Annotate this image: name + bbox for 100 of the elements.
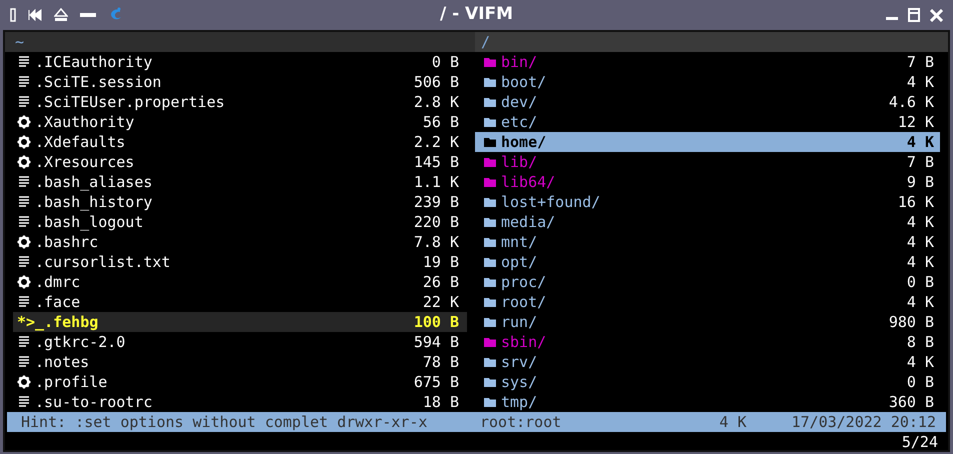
file-name: lib/	[501, 152, 538, 172]
file-row[interactable]: root/ 4 K	[475, 292, 940, 312]
file-name: home/	[501, 132, 546, 152]
gear-icon	[17, 135, 31, 149]
gear-icon	[17, 115, 31, 129]
folder-icon	[483, 395, 497, 409]
file-name: .bash_logout	[35, 212, 144, 232]
file-row[interactable]: .bash_history 239 B	[13, 192, 467, 212]
file-row[interactable]: media/ 4 K	[475, 212, 940, 232]
selected-file-row[interactable]: home/ 4 K	[475, 132, 940, 152]
file-row[interactable]: .gtkrc-2.0 594 B	[13, 332, 467, 352]
file-row[interactable]: mnt/ 4 K	[475, 232, 940, 252]
file-row[interactable]: sbin/ 8 B	[475, 332, 940, 352]
file-row[interactable]: .SciTEUser.properties 2.8 K	[13, 92, 467, 112]
file-row[interactable]: .bash_logout 220 B	[13, 212, 467, 232]
folder-icon	[483, 275, 497, 289]
folder-icon	[483, 295, 497, 309]
file-name: .Xresources	[35, 152, 134, 172]
file-row[interactable]: opt/ 4 K	[475, 252, 940, 272]
file-row[interactable]: proc/ 0 B	[475, 272, 940, 292]
file-size: 2.2 K	[414, 132, 459, 152]
folder-icon	[483, 235, 497, 249]
folder-icon	[483, 135, 497, 149]
file-size: 506 B	[414, 72, 459, 92]
file-row[interactable]: .bash_aliases 1.1 K	[13, 172, 467, 192]
file-size: 9 B	[906, 172, 934, 192]
folder-icon	[483, 355, 497, 369]
file-row[interactable]: .face 22 K	[13, 292, 467, 312]
file-size: 56 B	[422, 112, 459, 132]
file-name: sys/	[501, 372, 538, 392]
file-name: sbin/	[501, 332, 546, 352]
file-row[interactable]: .su-to-rootrc 18 B	[13, 392, 467, 412]
text-file-icon	[17, 215, 31, 229]
maximize-icon[interactable]	[908, 8, 920, 22]
folder-icon	[483, 255, 497, 269]
file-name: srv/	[501, 352, 538, 372]
file-name: .bash_aliases	[35, 172, 152, 192]
file-row[interactable]: .SciTE.session 506 B	[13, 72, 467, 92]
file-size: 7.8 K	[414, 232, 459, 252]
file-row[interactable]: boot/ 4 K	[475, 72, 940, 92]
text-file-icon	[17, 195, 31, 209]
file-row[interactable]: .bashrc 7.8 K	[13, 232, 467, 252]
file-row[interactable]: etc/ 12 K	[475, 112, 940, 132]
gear-icon	[17, 275, 31, 289]
folder-icon	[483, 195, 497, 209]
folder-icon	[483, 75, 497, 89]
file-size: 7 B	[906, 152, 934, 172]
file-name: .profile	[35, 372, 108, 392]
file-row[interactable]: .ICEauthority 0 B	[13, 52, 467, 72]
file-row[interactable]: run/ 980 B	[475, 312, 940, 332]
window-title: / - VIFM	[440, 3, 514, 26]
eject-icon[interactable]	[54, 8, 68, 22]
hint-text: Hint: :set options without complet	[21, 413, 328, 431]
folder-icon	[483, 215, 497, 229]
file-row[interactable]: .profile 675 B	[13, 372, 467, 392]
file-size: 675 B	[414, 372, 459, 392]
folder-icon	[483, 175, 497, 189]
file-row[interactable]: lib64/ 9 B	[475, 172, 940, 192]
file-size: 4 K	[906, 212, 934, 232]
file-row[interactable]: tmp/ 360 B	[475, 392, 940, 412]
file-name: media/	[501, 212, 556, 232]
file-name: .fehbg	[44, 312, 98, 332]
file-row[interactable]: .dmrc 26 B	[13, 272, 467, 292]
file-size: 4 K	[906, 352, 934, 372]
owner-text: root:root	[480, 412, 562, 432]
folder-icon	[483, 315, 497, 329]
folder-icon	[483, 115, 497, 129]
file-name: .notes	[35, 352, 90, 372]
file-row[interactable]: srv/ 4 K	[475, 352, 940, 372]
file-name: .su-to-rootrc	[35, 392, 152, 412]
file-name: .bashrc	[35, 232, 98, 252]
modified-text: 17/03/2022 20:12	[792, 412, 936, 432]
file-row[interactable]: .Xdefaults 2.2 K	[13, 132, 467, 152]
file-row[interactable]: .cursorlist.txt 19 B	[13, 252, 467, 272]
file-row[interactable]: .notes 78 B	[13, 352, 467, 372]
rewind-icon[interactable]	[28, 9, 42, 21]
file-size: 145 B	[414, 152, 459, 172]
file-size: 78 B	[422, 352, 459, 372]
close-icon[interactable]	[930, 8, 943, 22]
file-name: mnt/	[501, 232, 538, 252]
file-size: 360 B	[888, 392, 934, 412]
file-name: root/	[501, 292, 546, 312]
file-size: 239 B	[414, 192, 459, 212]
selected-file-row[interactable]: *>_.fehbg 100 B	[13, 312, 467, 332]
file-row[interactable]: .Xauthority 56 B	[13, 112, 467, 132]
file-row[interactable]: sys/ 0 B	[475, 372, 940, 392]
file-name: bin/	[501, 52, 538, 72]
file-row[interactable]: bin/ 7 B	[475, 52, 940, 72]
file-name: lib64/	[501, 172, 556, 192]
file-row[interactable]: .Xresources 145 B	[13, 152, 467, 172]
file-name: .SciTEUser.properties	[35, 92, 225, 112]
file-size: 8 B	[906, 332, 934, 352]
folder-icon	[483, 155, 497, 169]
text-file-icon	[17, 355, 31, 369]
file-row[interactable]: dev/ 4.6 K	[475, 92, 940, 112]
file-size: 12 K	[898, 112, 934, 132]
file-name: tmp/	[501, 392, 538, 412]
bar-icon[interactable]	[10, 8, 16, 22]
file-row[interactable]: lib/ 7 B	[475, 152, 940, 172]
file-row[interactable]: lost+found/ 16 K	[475, 192, 940, 212]
